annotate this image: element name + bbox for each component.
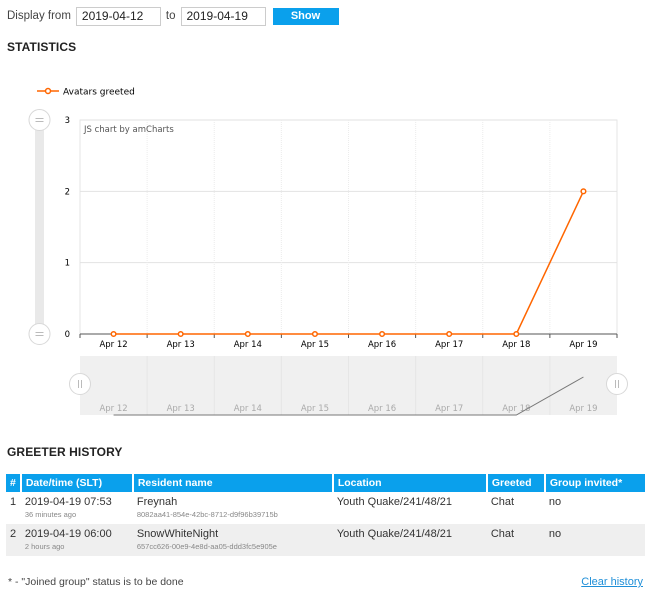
vertical-scrollbar-track[interactable] <box>35 120 44 334</box>
resident-name: Freynah <box>136 496 178 508</box>
footnote: * - "Joined group" status is to be done <box>8 576 184 588</box>
chart-legend[interactable]: Avatars greeted <box>37 88 135 98</box>
greeter-history-heading: GREETER HISTORY <box>7 445 123 459</box>
legend-dot-marker <box>44 87 52 95</box>
x-axis: Apr 12 Apr 13 Apr 14 Apr 15 Apr 16 Apr 17 Apr … <box>79 333 618 350</box>
date-filter: Display from to Show <box>7 6 339 26</box>
display-from-label: Display from <box>7 10 71 22</box>
column-header-datetime: Date/time (SLT) <box>20 474 134 492</box>
group-invited-cell: no <box>544 524 645 556</box>
data-point[interactable] <box>110 330 117 338</box>
resident-cell: Freynah 8082aa41-854e-42bc-8712-d9f96b39… <box>133 492 333 524</box>
column-header-group-invited: Group invited* <box>544 474 645 492</box>
x-tick-label: Apr 16 <box>368 340 396 350</box>
vertical-scrollbar-top-grip[interactable] <box>28 109 51 131</box>
relative-time: 2 hours ago <box>24 542 65 551</box>
x-tick-label: Apr 13 <box>167 340 195 350</box>
data-point[interactable] <box>513 330 520 338</box>
x-tick-label: Apr 18 <box>502 340 530 350</box>
avatars-greeted-chart: Avatars greeted 0123 Apr 12 Apr 13 Apr 14 A… <box>28 88 628 416</box>
y-tick-label: 3 <box>65 116 70 126</box>
chart-grid <box>79 119 618 335</box>
from-date-input[interactable] <box>75 6 161 26</box>
greeted-cell: Chat <box>490 496 515 508</box>
y-tick-label: 1 <box>65 259 70 269</box>
chart-watermark[interactable]: JS chart by amCharts <box>83 125 174 135</box>
y-tick-label: 2 <box>65 187 70 197</box>
navigator-label: Apr 12 <box>99 404 127 414</box>
column-header-location: Location <box>332 474 488 492</box>
x-tick-label: Apr 19 <box>569 340 597 350</box>
navigator-label: Apr 19 <box>569 404 597 414</box>
column-header-greeted: Greeted <box>486 474 546 492</box>
to-date-input[interactable] <box>180 6 266 26</box>
navigator-label: Apr 16 <box>368 404 396 414</box>
resident-uuid: 657cc626-00e9-4e8d-aa05-ddd3fc5e905e <box>136 542 277 551</box>
row-number: 1 <box>10 496 17 508</box>
clear-history-link[interactable]: Clear history <box>581 576 643 588</box>
data-point[interactable] <box>311 330 318 338</box>
data-point[interactable] <box>177 330 184 338</box>
x-tick-label: Apr 14 <box>234 340 262 350</box>
location-cell: Youth Quake/241/48/21 <box>332 524 487 556</box>
greeted-cell: Chat <box>486 524 545 556</box>
x-tick-label: Apr 17 <box>435 340 463 350</box>
data-point[interactable] <box>446 330 453 338</box>
vertical-scrollbar-bottom-grip[interactable] <box>28 323 51 345</box>
navigator-label: Apr 17 <box>435 404 463 414</box>
resident-uuid: 8082aa41-854e-42bc-8712-d9f96b39715b <box>136 510 278 519</box>
x-tick-label: Apr 12 <box>99 340 127 350</box>
greeter-history-table: # Date/time (SLT) Resident name Location… <box>6 474 645 556</box>
y-axis: 0 1 2 3 <box>65 116 70 340</box>
show-button[interactable]: Show <box>272 7 339 25</box>
y-tick-label: 0 <box>65 330 70 340</box>
data-point[interactable] <box>244 330 251 338</box>
datetime-cell: 2019-04-19 06:00 2 hours ago <box>20 524 133 556</box>
navigator-label: Apr 15 <box>301 404 329 414</box>
table-header-row: # Date/time (SLT) Resident name Location… <box>6 474 645 492</box>
datetime-value: 2019-04-19 06:00 <box>24 528 112 540</box>
to-label: to <box>165 10 176 22</box>
navigator-label: Apr 13 <box>167 404 195 414</box>
datetime-cell: 2019-04-19 07:53 36 minutes ago <box>21 492 133 524</box>
table-row: 1 2019-04-19 07:53 36 minutes ago Freyna… <box>6 492 645 524</box>
relative-time: 36 minutes ago <box>24 510 77 519</box>
data-point[interactable] <box>580 188 587 195</box>
navigator-label: Apr 14 <box>234 404 262 414</box>
navigator-left-grip[interactable] <box>69 373 91 395</box>
statistics-heading: STATISTICS <box>7 40 77 54</box>
legend-label: Avatars greeted <box>63 88 135 98</box>
vertical-scrollbar[interactable] <box>28 109 51 345</box>
table-row: 2 2019-04-19 06:00 2 hours ago SnowWhite… <box>6 524 645 556</box>
column-header-resident-name: Resident name <box>132 474 334 492</box>
location-cell: Youth Quake/241/48/21 <box>336 496 453 508</box>
resident-cell: SnowWhiteNight 657cc626-00e9-4e8d-aa05-d… <box>132 524 333 556</box>
resident-name: SnowWhiteNight <box>136 528 219 540</box>
data-point[interactable] <box>379 330 386 338</box>
navigator-right-grip[interactable] <box>606 373 628 395</box>
x-tick-label: Apr 15 <box>301 340 329 350</box>
column-header-number: # <box>6 474 22 492</box>
datetime-value: 2019-04-19 07:53 <box>24 496 112 508</box>
row-number: 2 <box>6 524 21 556</box>
group-invited-cell: no <box>548 496 562 508</box>
